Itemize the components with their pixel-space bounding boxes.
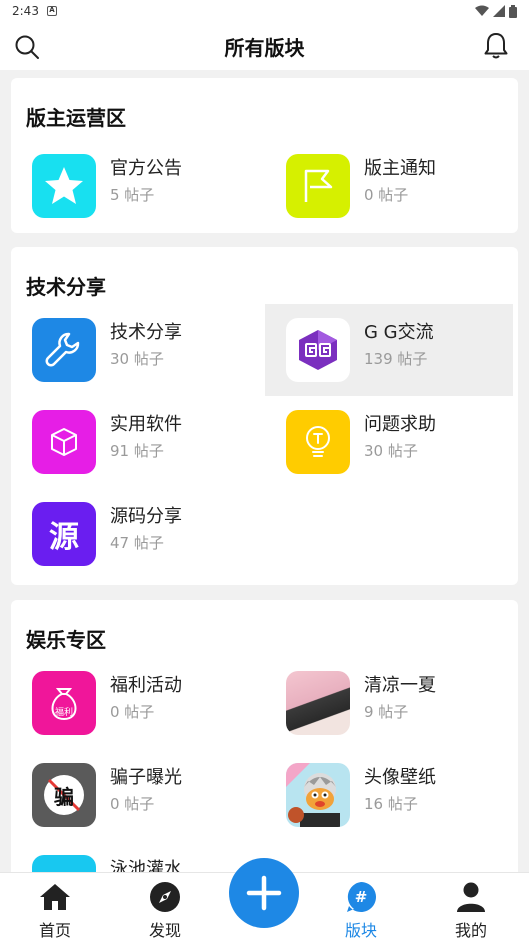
avatar-thumbnail-icon (286, 763, 350, 827)
forum-name: 清凉一夏 (364, 675, 436, 696)
battery-icon (509, 4, 517, 18)
section-title: 娱乐专区 (26, 628, 106, 652)
forum-item-source-code[interactable]: 源 源码分享 47 帖子 (11, 488, 259, 580)
post-count: 0 帖子 (110, 703, 155, 721)
app-bar: 所有版块 (0, 22, 529, 70)
forum-name: 源码分享 (110, 506, 182, 527)
search-icon[interactable] (14, 34, 40, 60)
forum-item-pool-chat[interactable]: 泳池灌水 (11, 841, 259, 872)
notification-icon: A (46, 6, 57, 16)
forum-item-cool-summer[interactable]: 清凉一夏 9 帖子 (265, 657, 513, 749)
status-time: 2:43 (12, 4, 39, 18)
forum-name: 问题求助 (364, 414, 436, 435)
flag-icon (286, 154, 350, 218)
source-icon: 源 (32, 502, 96, 566)
status-bar: 2:43 A (0, 0, 529, 22)
section-card-entertainment: 娱乐专区 福利 福利活动 0 帖子 清凉一夏 9 帖子 骗 骗子曝光 0 帖子 (11, 600, 518, 872)
forum-item-help[interactable]: 问题求助 30 帖子 (265, 396, 513, 488)
forum-item-announcements[interactable]: 官方公告 5 帖子 (11, 140, 259, 232)
page-title: 所有版块 (224, 35, 305, 60)
forum-name: 技术分享 (110, 322, 182, 343)
forum-name: 骗子曝光 (110, 767, 182, 788)
forum-name: 版主通知 (364, 158, 436, 179)
post-count: 0 帖子 (364, 186, 409, 204)
forum-list: 版主运营区 官方公告 5 帖子 版主通知 0 帖子 技术分享 技术分享 30 帖… (0, 70, 529, 872)
no-scam-icon: 骗 (32, 763, 96, 827)
home-icon (40, 884, 70, 910)
nav-discover[interactable]: 发现 (125, 873, 205, 942)
post-count: 5 帖子 (110, 186, 155, 204)
cube-icon (32, 410, 96, 474)
gg-logo-icon (286, 318, 350, 382)
post-count: 0 帖子 (110, 795, 155, 813)
forum-name: G G交流 (364, 322, 434, 343)
forum-item-tech-share[interactable]: 技术分享 30 帖子 (11, 304, 259, 396)
section-title: 技术分享 (26, 275, 106, 299)
photo-thumbnail-icon (286, 671, 350, 735)
section-card-tech: 技术分享 技术分享 30 帖子 G G交流 139 帖子 实用软件 91 帖子 … (11, 247, 518, 585)
gift-bag-icon: 福利 (32, 671, 96, 735)
hashtag-icon: # (347, 882, 376, 912)
forum-name: 头像壁纸 (364, 767, 436, 788)
post-count: 30 帖子 (364, 442, 418, 460)
forum-item-welfare[interactable]: 福利 福利活动 0 帖子 (11, 657, 259, 749)
forum-item-avatar-wallpaper[interactable]: 头像壁纸 16 帖子 (265, 749, 513, 841)
star-icon (32, 154, 96, 218)
forum-item-moderator-notice[interactable]: 版主通知 0 帖子 (265, 140, 513, 232)
lightbulb-icon (286, 410, 350, 474)
nav-home[interactable]: 首页 (15, 873, 95, 942)
post-count: 91 帖子 (110, 442, 164, 460)
nav-label: 版块 (344, 921, 377, 940)
gift-bag-text: 福利 (54, 708, 73, 718)
forum-item-gg-exchange[interactable]: G G交流 139 帖子 (265, 304, 513, 396)
nav-label: 首页 (38, 921, 71, 940)
nav-label: 我的 (454, 921, 487, 940)
plus-icon (246, 875, 282, 911)
no-scam-text: 骗 (54, 784, 74, 809)
nav-label: 发现 (148, 921, 181, 940)
compass-icon (150, 882, 180, 912)
source-icon-text: 源 (49, 520, 79, 555)
forum-name: 泳池灌水 (110, 859, 182, 872)
wifi-icon (475, 5, 489, 16)
section-card-moderator: 版主运营区 官方公告 5 帖子 版主通知 0 帖子 (11, 78, 518, 233)
pool-icon (32, 855, 96, 872)
person-icon (457, 882, 485, 912)
forum-name: 福利活动 (110, 675, 182, 696)
forum-name: 官方公告 (110, 158, 182, 179)
new-post-button[interactable] (229, 858, 299, 928)
section-title: 版主运营区 (26, 106, 126, 130)
signal-icon (493, 5, 505, 17)
forum-item-useful-software[interactable]: 实用软件 91 帖子 (11, 396, 259, 488)
nav-forums[interactable]: # 版块 (321, 873, 401, 942)
bell-icon[interactable] (483, 32, 509, 60)
post-count: 139 帖子 (364, 350, 428, 368)
post-count: 9 帖子 (364, 703, 409, 721)
nav-me[interactable]: 我的 (431, 873, 511, 942)
post-count: 47 帖子 (110, 534, 164, 552)
svg-text:#: # (355, 888, 368, 906)
post-count: 30 帖子 (110, 350, 164, 368)
forum-name: 实用软件 (110, 414, 182, 435)
forum-item-scam-exposure[interactable]: 骗 骗子曝光 0 帖子 (11, 749, 259, 841)
wrench-icon (32, 318, 96, 382)
post-count: 16 帖子 (364, 795, 418, 813)
